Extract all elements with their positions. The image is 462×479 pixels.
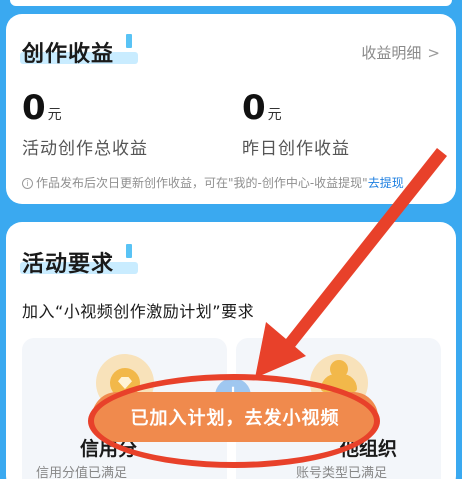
- earnings-note: i 作品发布后次日更新创作收益，可在"我的-创作中心-收益提现"去提现: [22, 174, 442, 191]
- requirement-status: 账号类型已满足: [296, 466, 388, 479]
- title-accent-mark: [126, 244, 132, 258]
- earnings-title: 创作收益: [22, 42, 115, 67]
- earnings-card: 创作收益 收益明细 > 0元 活动创作总收益 0元 昨日创作收益 i 作品发布后次日…: [6, 14, 456, 204]
- earnings-title-block: 创作收益: [20, 34, 138, 68]
- withdraw-link[interactable]: 去提现: [368, 176, 404, 190]
- chevron-right-icon: >: [427, 44, 440, 62]
- earnings-note-text: 作品发布后次日更新创作收益，可在"我的-创作中心-收益提现": [36, 176, 368, 190]
- requirements-title: 活动要求: [22, 252, 115, 277]
- yesterday-earnings-label: 昨日创作收益: [242, 139, 350, 159]
- yesterday-earnings-stat: 0元 昨日创作收益: [242, 88, 350, 159]
- previous-card-edge: [10, 0, 452, 6]
- total-earnings-unit: 元: [47, 107, 62, 123]
- total-earnings-label: 活动创作总收益: [22, 139, 148, 159]
- requirement-status: 信用分值已满足: [36, 466, 128, 479]
- earnings-details-label: 收益明细: [361, 44, 422, 62]
- total-earnings-stat: 0元 活动创作总收益: [22, 88, 148, 159]
- earnings-details-link[interactable]: 收益明细 >: [361, 42, 440, 63]
- requirements-title-block: 活动要求: [20, 244, 138, 278]
- requirements-subtitle: 加入“小视频创作激励计划”要求: [22, 302, 255, 321]
- yesterday-earnings-value: 0: [242, 88, 266, 128]
- info-icon: i: [22, 178, 33, 189]
- yesterday-earnings-unit: 元: [267, 107, 282, 123]
- total-earnings-value: 0: [22, 88, 46, 128]
- title-accent-mark: [126, 34, 132, 48]
- annotation-ellipse: [88, 374, 380, 468]
